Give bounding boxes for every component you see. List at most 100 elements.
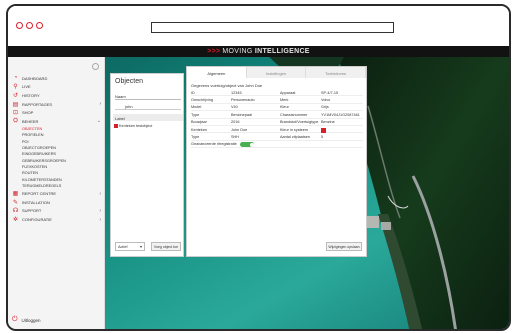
logout-button[interactable]: ⏻ Uitloggen bbox=[12, 316, 41, 324]
sidebar-item-dashboard[interactable]: ◔ Dashboard bbox=[8, 74, 105, 83]
table-row: Model V40 Kleur Grijs bbox=[191, 104, 363, 112]
settings-icon: ✲ bbox=[12, 217, 19, 224]
field-label: Type bbox=[191, 112, 200, 117]
status-select[interactable]: Actief ▾ bbox=[115, 242, 145, 251]
app-screen: >>> MOVING INTELLIGENCE ◔ Dashboard ⚲ Live … bbox=[8, 46, 509, 329]
monitor-frame: >>> MOVING INTELLIGENCE ◔ Dashboard ⚲ Live … bbox=[6, 4, 511, 331]
objects-group-header: Label bbox=[113, 114, 183, 121]
list-item[interactable]: Kenteken testobject bbox=[113, 122, 183, 129]
address-bar[interactable] bbox=[151, 22, 394, 33]
objects-footer: Actief ▾ Voeg object toe bbox=[115, 242, 181, 251]
objects-search-input[interactable]: john bbox=[115, 102, 181, 110]
tab-algemeen[interactable]: Algemeen bbox=[187, 67, 247, 78]
field-value[interactable]: V40 bbox=[231, 105, 238, 109]
sidebar-item-installation[interactable]: ✎ Installation bbox=[8, 198, 105, 207]
field-label: Kleur bbox=[280, 105, 289, 110]
field-label: Model bbox=[191, 105, 202, 110]
sidebar-item-label: Support bbox=[22, 208, 42, 214]
sidebar-item-label: Live bbox=[22, 84, 31, 90]
object-label: Kenteken testobject bbox=[119, 123, 153, 128]
tab-instellingen[interactable]: Instellingen bbox=[247, 67, 307, 78]
objects-title: Objecten bbox=[115, 78, 144, 85]
tab-toebehoren[interactable]: Toebehoren bbox=[306, 67, 367, 78]
object-detail-panel: Algemeen Instellingen Toebehoren Gegeven… bbox=[186, 66, 367, 257]
sidebar-item-label: Configuratie bbox=[22, 217, 52, 223]
sidebar-item-beheer[interactable]: ⛭ Beheer ⌄ bbox=[8, 117, 105, 126]
table-row: Omschrijving Personenauto Merk Volvo bbox=[191, 96, 363, 104]
field-value[interactable]: John Doe bbox=[231, 128, 247, 132]
window-controls bbox=[16, 22, 43, 29]
field-label: Bouwjaar bbox=[191, 120, 207, 125]
dashboard-icon: ◔ bbox=[13, 75, 18, 82]
sidebar-item-report-centre[interactable]: ▦ Report centre › bbox=[8, 189, 105, 198]
app-header-bar: >>> MOVING INTELLIGENCE bbox=[8, 46, 509, 57]
sidebar-collapse-icon[interactable] bbox=[92, 63, 99, 70]
save-changes-button[interactable]: Wijzigingen opslaan bbox=[326, 242, 362, 251]
reports-icon: ▤ bbox=[12, 101, 19, 108]
sidebar-item-shop[interactable]: ⊡ Shop bbox=[8, 108, 105, 117]
logout-label: Uitloggen bbox=[21, 317, 41, 323]
field-label: Brandstof/Voertuigtype bbox=[280, 120, 319, 125]
field-label: ID bbox=[191, 90, 195, 95]
field-value[interactable]: YV1MV04J1G2087461 bbox=[321, 113, 360, 117]
color-swatch[interactable] bbox=[321, 127, 326, 133]
sidebar-item-label: History bbox=[22, 92, 40, 98]
sidebar-item-rapportages[interactable]: ▤ Rapportages › bbox=[8, 100, 105, 109]
sidebar-item-arrow: ⌄ bbox=[96, 118, 101, 125]
field-value[interactable]: SHH bbox=[231, 135, 239, 139]
beheer-icon: ⛭ bbox=[13, 117, 18, 124]
table-row: ID 12345 Apparaat SP-4/7-15 bbox=[191, 89, 363, 97]
wrench-icon: ✎ bbox=[12, 199, 19, 206]
sidebar-item-label: Rapportages bbox=[22, 101, 53, 107]
detail-tabs: Algemeen Instellingen Toebehoren bbox=[187, 67, 367, 78]
objects-panel: Objecten Naam john Label Kenteken testob… bbox=[110, 73, 184, 257]
field-label: Merk bbox=[280, 97, 289, 102]
field-label: Chassisnummer bbox=[280, 112, 308, 117]
field-value[interactable]: Benzine bbox=[321, 120, 335, 124]
table-row: Bouwjaar 2016 Brandstof/Voertuigtype Benzin… bbox=[191, 119, 363, 126]
map-pin-icon: ⚲ bbox=[13, 84, 18, 91]
minimize-window-dot[interactable] bbox=[26, 22, 33, 29]
sidebar-item-label: Shop bbox=[22, 110, 34, 116]
history-icon: ↺ bbox=[12, 92, 19, 99]
status-select-value: Actief bbox=[118, 245, 128, 249]
detail-heading: Gegevens voertuig/object van John Doe bbox=[191, 83, 263, 88]
field-label: Kleur in systeem bbox=[280, 127, 309, 132]
objects-filter-select[interactable]: Naam bbox=[115, 92, 181, 100]
detail-table: ID 12345 Apparaat SP-4/7-15 Omschrijving Per… bbox=[191, 89, 363, 149]
field-value[interactable]: Grijs bbox=[321, 105, 329, 109]
sidebar-item-label: Dashboard bbox=[22, 75, 48, 81]
close-window-dot[interactable] bbox=[16, 22, 23, 29]
table-row: Geavanceerde ritregistratie bbox=[191, 141, 363, 149]
sidebar-item-configuratie[interactable]: ✲ Configuratie › bbox=[8, 215, 105, 224]
advanced-registration-toggle[interactable] bbox=[240, 142, 254, 148]
field-label: Omschrijving bbox=[191, 97, 213, 102]
field-value[interactable]: SP-4/7-15 bbox=[321, 91, 338, 95]
field-value[interactable]: 12345 bbox=[231, 91, 242, 95]
field-value[interactable]: 2016 bbox=[231, 120, 239, 124]
field-label: Geavanceerde ritregistratie bbox=[191, 142, 237, 147]
support-icon: ☊ bbox=[12, 208, 19, 215]
sidebar-item-arrow: › bbox=[99, 207, 101, 214]
sidebar-item-support[interactable]: ☊ Support › bbox=[8, 207, 105, 216]
sidebar-item-label: Beheer bbox=[22, 118, 39, 124]
field-label: Kenteken bbox=[191, 127, 208, 132]
sidebar-item-arrow: › bbox=[99, 190, 101, 197]
report-center-icon: ▦ bbox=[12, 191, 19, 198]
brand-logo[interactable]: >>> MOVING INTELLIGENCE bbox=[207, 48, 310, 55]
field-value[interactable]: Volvo bbox=[321, 98, 330, 102]
sidebar-item-label: Report centre bbox=[22, 191, 57, 197]
table-row: Kenteken John Doe Kleur in systeem bbox=[191, 126, 363, 134]
brand-light: MOVING bbox=[222, 48, 253, 55]
sidebar-item-history[interactable]: ↺ History bbox=[8, 91, 105, 100]
brand-bold: INTELLIGENCE bbox=[254, 48, 310, 55]
add-object-button[interactable]: Voeg object toe bbox=[151, 242, 181, 251]
field-value[interactable]: Personenauto bbox=[231, 98, 255, 102]
sidebar-item-live[interactable]: ⚲ Live bbox=[8, 83, 105, 92]
field-value[interactable]: 5 bbox=[321, 135, 323, 139]
field-value[interactable]: Benzinepaal bbox=[231, 113, 252, 117]
table-row: Type SHH Aantal zitplaatsen 5 bbox=[191, 133, 363, 141]
field-label: Aantal zitplaatsen bbox=[280, 134, 310, 139]
brand-chevrons-icon: >>> bbox=[207, 48, 221, 55]
maximize-window-dot[interactable] bbox=[36, 22, 43, 29]
